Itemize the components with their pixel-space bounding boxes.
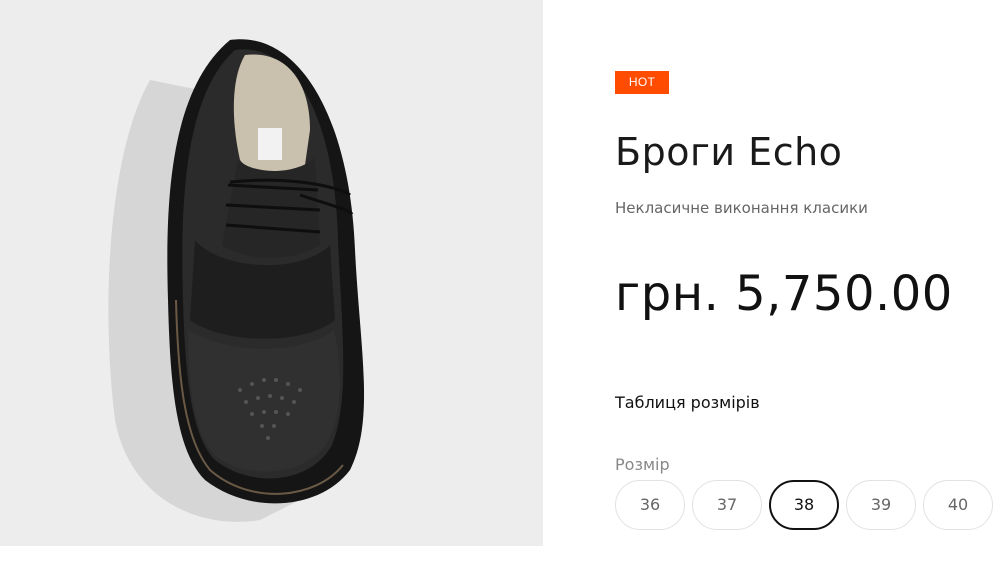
shoe-illustration [108,39,365,522]
size-option-36[interactable]: 36 [615,480,685,530]
size-option-40[interactable]: 40 [923,480,993,530]
size-label: Розмір [615,455,670,474]
product-subtitle: Некласичне виконання класики [615,199,868,217]
size-options: 36 37 38 39 40 [615,480,1000,532]
size-chart-link[interactable]: Таблиця розмірів [615,393,760,412]
size-option-37[interactable]: 37 [692,480,762,530]
product-image[interactable] [0,0,543,546]
product-title: Броги Echo [615,130,843,174]
product-info: HOT Броги Echo Некласичне виконання клас… [615,0,1000,580]
hot-badge: HOT [615,71,669,94]
product-price: грн. 5,750.00 [615,266,953,322]
size-option-39[interactable]: 39 [846,480,916,530]
size-option-38[interactable]: 38 [769,480,839,530]
